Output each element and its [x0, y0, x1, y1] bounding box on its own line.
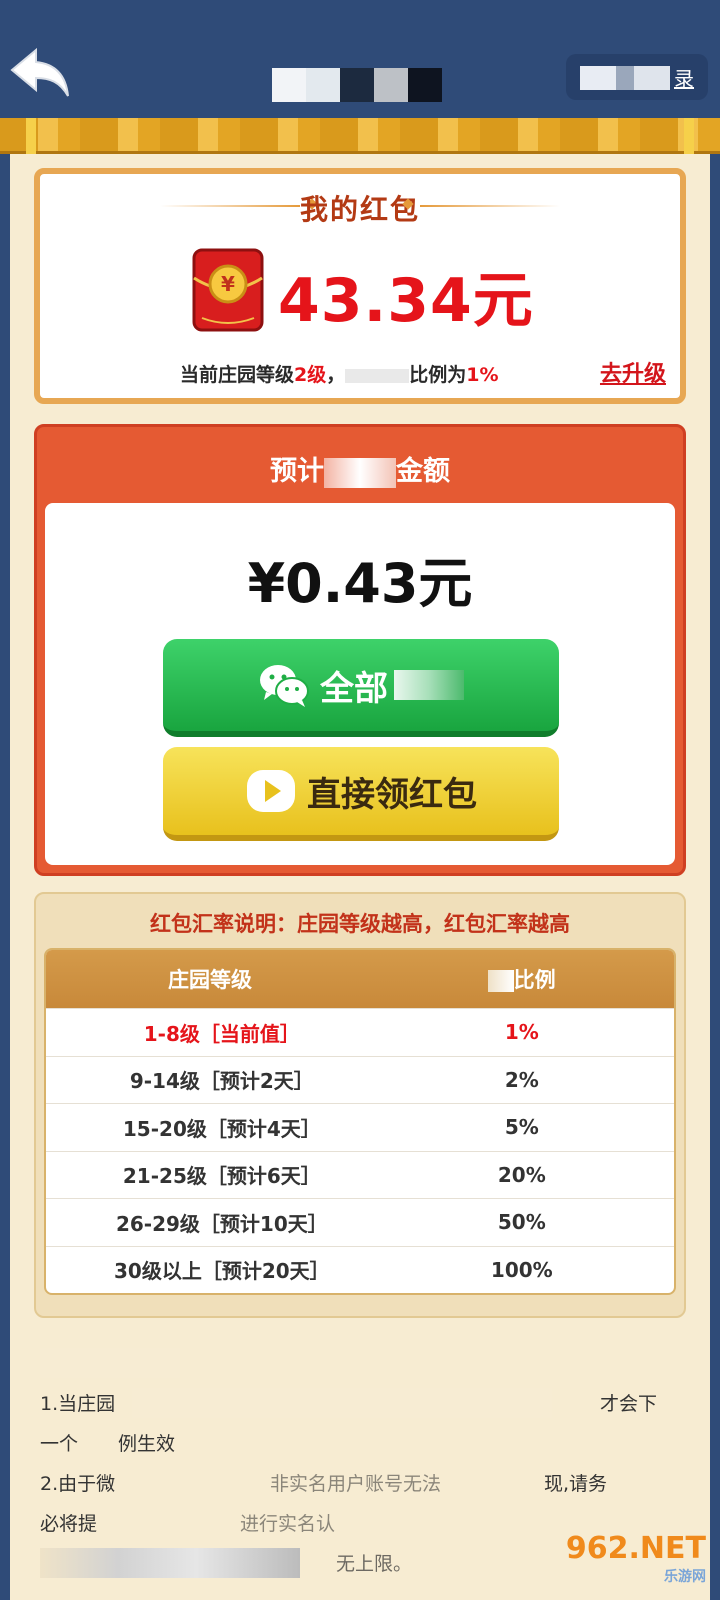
- upgrade-link[interactable]: 去升级: [600, 356, 666, 388]
- expected-amount-card: 预计 金额 ¥0.43元 全部 直接领红包: [34, 424, 686, 876]
- ratio-cell: 50%: [497, 1210, 546, 1235]
- table-row: 1-8级［当前值］ 1%: [46, 1008, 674, 1056]
- level-info: 当前庄园等级2级， 比例为1%: [180, 360, 499, 387]
- obscured-text: [324, 457, 396, 488]
- top-right-link-text: 录: [674, 66, 694, 91]
- note-text: 2.由于微: [40, 1473, 116, 1495]
- svg-text:¥: ¥: [221, 272, 235, 296]
- table-row: 21-25级［预计6天］ 20%: [46, 1150, 674, 1199]
- table-header: 庄园等级 比例: [46, 950, 674, 1008]
- table-row: 30级以上［预计20天］ 100%: [46, 1245, 674, 1294]
- table-row: 26-29级［预计10天］ 50%: [46, 1198, 674, 1246]
- expected-amount-panel: ¥0.43元 全部 直接领红包: [45, 503, 675, 865]
- ratio-cell: 2%: [504, 1067, 539, 1092]
- top-bar: 录: [0, 0, 720, 118]
- note-text: 现,请务: [544, 1473, 608, 1495]
- expected-amount-title: 预计 金额: [37, 449, 683, 488]
- wechat-button-label: 全部: [320, 668, 388, 709]
- level-cell: 9-14级［预计2天］: [129, 1069, 314, 1094]
- note-text: 才会下: [600, 1393, 658, 1415]
- watermark-logo: 962.NET: [565, 1531, 706, 1566]
- ratio-cell: 1%: [504, 1020, 539, 1045]
- ratio-label: 比例为: [409, 364, 467, 386]
- watermark-text: 乐游网: [664, 1569, 706, 1585]
- level-separator: ，: [326, 364, 346, 386]
- ratio-value: 1%: [466, 364, 499, 386]
- exchange-rate-card: 红包汇率说明：庄园等级越高，红包汇率越高 庄园等级 比例 1-8级［当前值］ 1…: [34, 892, 686, 1318]
- back-arrow-icon[interactable]: [10, 46, 72, 100]
- exchange-rate-table: 庄园等级 比例 1-8级［当前值］ 1% 9-14级［预计2天］ 2% 15-2…: [44, 948, 676, 1295]
- frame-left: [0, 154, 10, 1600]
- red-packet-icon: ¥: [192, 248, 264, 332]
- my-red-packet-card: 我的红包 ¥ 43.34元 当前庄园等级2级， 比例为1% 去升级: [34, 168, 686, 404]
- note-line: 1.当庄园 才会下: [40, 1384, 680, 1424]
- level-cell: 26-29级［预计10天］: [115, 1211, 328, 1236]
- note-text: 进行实名认: [240, 1513, 336, 1535]
- note-text: 非实名用户账号无法: [270, 1473, 442, 1495]
- note-line: 2.由于微 非实名用户账号无法 现,请务: [40, 1464, 680, 1504]
- note-line: [40, 1344, 680, 1384]
- ratio-cell: 5%: [504, 1115, 539, 1140]
- level-value: 2级: [294, 364, 327, 386]
- level-cell: 30级以上［预计20天］: [114, 1259, 330, 1284]
- level-cell: 1-8级［当前值］: [143, 1021, 300, 1046]
- level-cell: 21-25级［预计6天］: [122, 1164, 321, 1189]
- col-ratio-header: 比例: [398, 964, 674, 994]
- site-watermark: 962.NET 乐游网: [566, 1531, 706, 1586]
- ratio-cell: 20%: [497, 1162, 546, 1187]
- expected-title-right: 金额: [396, 456, 450, 487]
- red-packet-balance: 43.34元: [278, 266, 534, 336]
- wechat-withdraw-all-button[interactable]: 全部: [163, 639, 559, 737]
- obscured-text: [394, 670, 464, 700]
- col-ratio-label: 比例: [513, 968, 556, 992]
- note-text: 例生效: [118, 1433, 176, 1455]
- page-title-obscured: [272, 68, 442, 102]
- frame-right: [710, 154, 720, 1600]
- note-text: 一个: [40, 1433, 79, 1455]
- note-text: 1.当庄园: [40, 1393, 116, 1415]
- title-divider-right: [420, 205, 560, 207]
- direct-claim-label: 直接领红包: [307, 774, 477, 815]
- note-text: 必将提: [40, 1513, 98, 1535]
- exchange-rate-description: 红包汇率说明：庄园等级越高，红包汇率越高: [150, 912, 570, 936]
- my-red-packet-title: 我的红包: [299, 193, 420, 226]
- play-video-icon: [247, 770, 295, 812]
- level-cell: 15-20级［预计4天］: [122, 1116, 321, 1141]
- obscured-text: [487, 970, 514, 992]
- direct-claim-button[interactable]: 直接领红包: [163, 747, 559, 841]
- ratio-cell: 100%: [490, 1257, 553, 1282]
- top-right-link-button[interactable]: 录: [566, 54, 708, 100]
- level-prefix: 当前庄园等级: [180, 364, 295, 386]
- wechat-icon: [260, 665, 309, 707]
- note-line: 一个 例生效: [40, 1424, 680, 1464]
- table-row: 15-20级［预计4天］ 5%: [46, 1103, 674, 1151]
- note-text: 无上限。: [336, 1553, 413, 1575]
- expected-title-left: 预计: [270, 456, 324, 487]
- obscured-text: [345, 368, 410, 383]
- table-row: 9-14级［预计2天］ 2%: [46, 1055, 674, 1104]
- col-level-header: 庄园等级: [168, 968, 252, 992]
- gold-decorative-band: [0, 118, 720, 154]
- expected-amount-value: ¥0.43元: [247, 552, 473, 615]
